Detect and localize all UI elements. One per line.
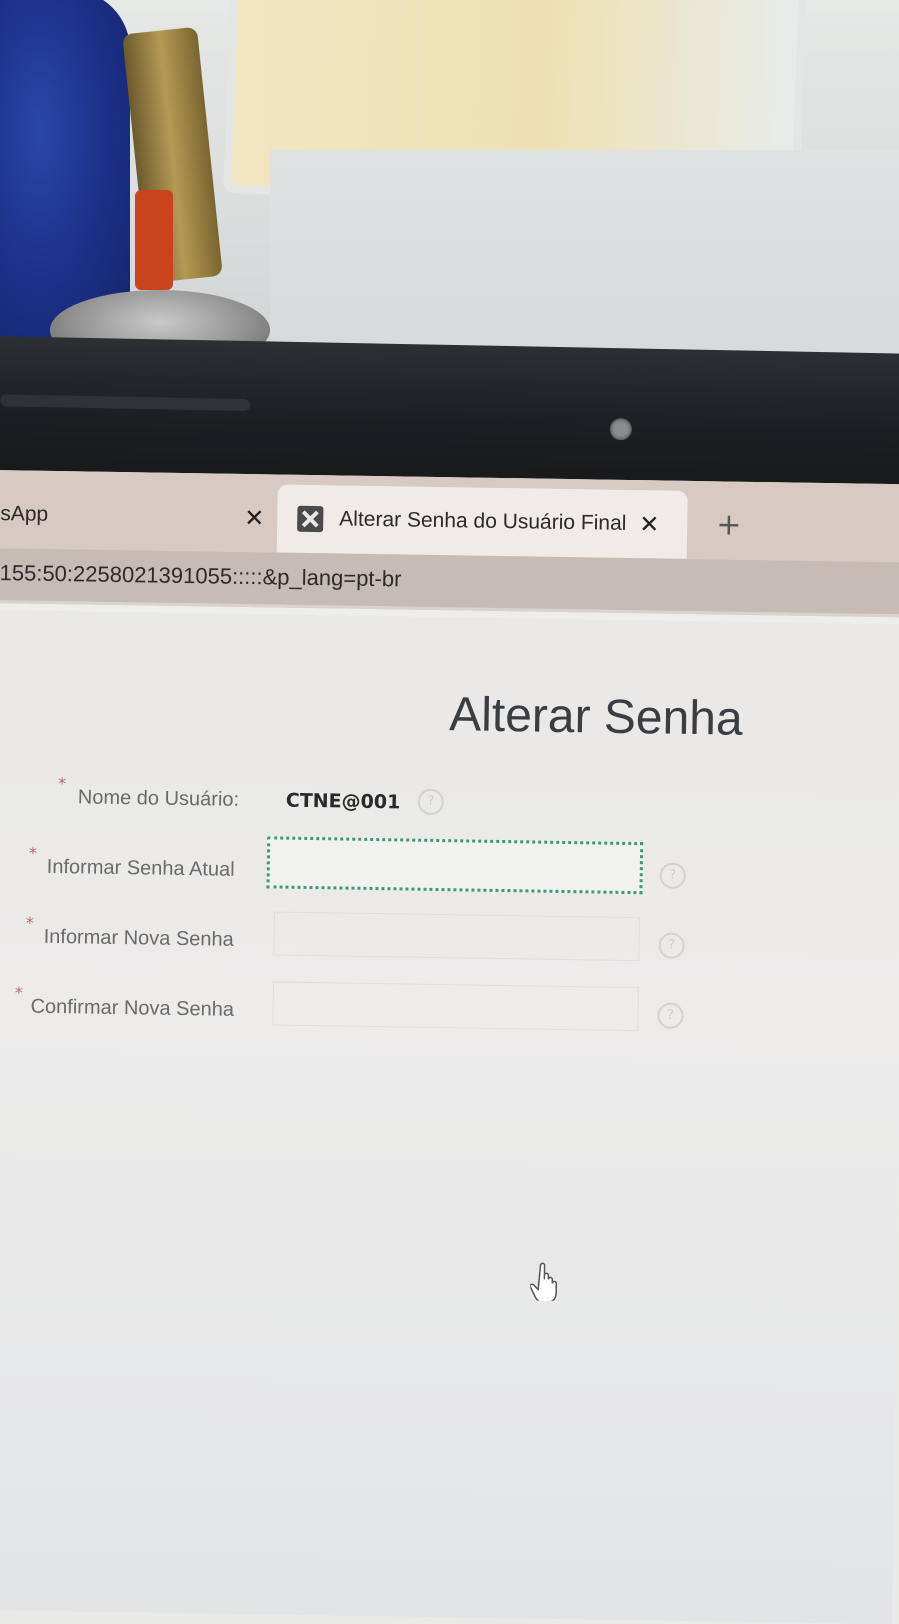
tab-label: sApp (0, 502, 49, 526)
red-object (135, 190, 173, 290)
site-favicon-icon (297, 505, 324, 533)
current-password-label: Informar Senha Atual (46, 855, 235, 881)
new-password-input[interactable] (273, 911, 641, 962)
confirm-password-input[interactable] (272, 981, 639, 1032)
help-icon[interactable]: ? (657, 1002, 684, 1029)
webcam (609, 417, 633, 441)
tab-alterar-senha[interactable]: Alterar Senha do Usuário Final ✕ (276, 484, 688, 559)
bezel-slot (0, 394, 251, 412)
close-tab-icon[interactable]: ✕ (639, 510, 660, 539)
photo-background (0, 0, 899, 390)
confirm-password-label: Confirmar Nova Senha (30, 995, 235, 1021)
required-mark: * (28, 843, 38, 863)
blue-object (0, 0, 130, 340)
current-password-input[interactable] (266, 836, 644, 895)
help-icon[interactable]: ? (659, 862, 686, 889)
username-value: CTNE@001 (285, 789, 401, 814)
confirm-password-row: * Confirmar Nova Senha ? (0, 981, 887, 1069)
url-text[interactable]: 4155:50:2258021391055:::::&p_lang=pt-br (0, 560, 402, 593)
help-icon[interactable]: ? (658, 932, 685, 959)
browser-tab-bar: sApp ✕ Alterar Senha do Usuário Final ✕ … (0, 470, 899, 563)
tab-label: Alterar Senha do Usuário Final (339, 507, 627, 535)
username-label: Nome do Usuário: (77, 786, 240, 811)
page-title: Alterar Senha (448, 688, 744, 746)
hand-cursor-icon (530, 1262, 558, 1302)
help-icon[interactable]: ? (417, 788, 445, 816)
required-mark: * (25, 913, 35, 933)
page-content: Alterar Senha * Nome do Usuário: CTNE@00… (0, 609, 899, 1624)
new-tab-icon[interactable]: + (716, 507, 742, 542)
required-mark: * (57, 774, 67, 794)
required-mark: * (14, 983, 23, 1003)
new-password-label: Informar Nova Senha (43, 925, 234, 951)
laptop-screen: sApp ✕ Alterar Senha do Usuário Final ✕ … (0, 470, 899, 1624)
close-tab-icon[interactable]: ✕ (244, 503, 265, 532)
tab-sapp[interactable]: sApp ✕ (0, 480, 280, 552)
